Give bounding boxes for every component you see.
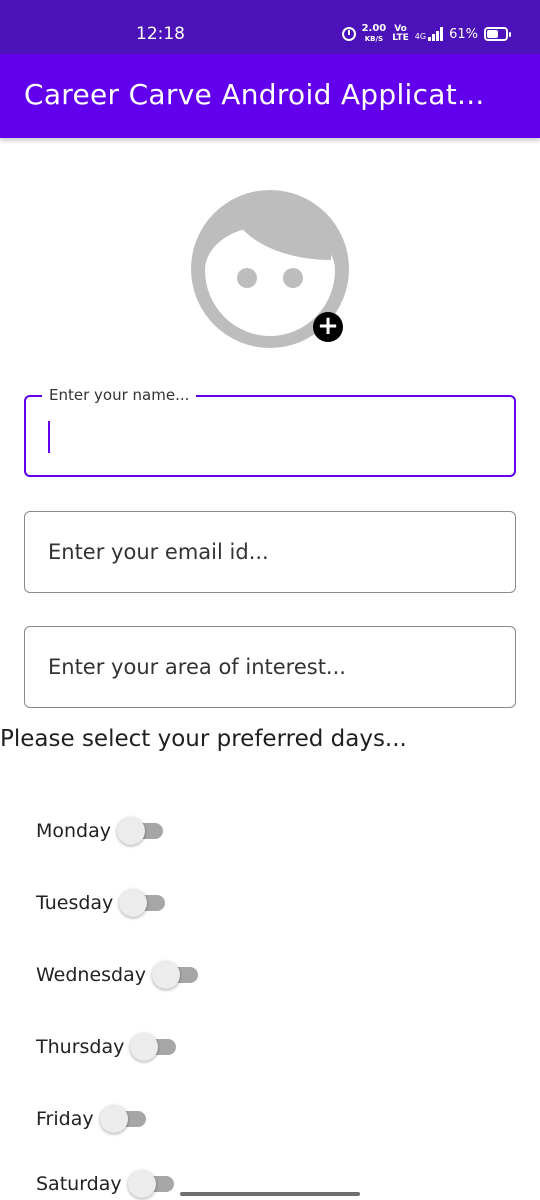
network-type: 4G <box>414 32 427 41</box>
day-label: Thursday <box>36 1036 125 1058</box>
text-cursor <box>48 421 50 453</box>
volte-bottom: LTE <box>392 33 409 43</box>
app-title: Career Carve Android Applicat... <box>24 78 485 111</box>
day-label: Monday <box>36 820 112 842</box>
name-field[interactable]: Enter your name... <box>24 384 516 477</box>
avatar-right-eye <box>283 268 303 288</box>
status-icons: 2.00 KB/S Vo LTE 4G 61% <box>341 22 511 46</box>
home-indicator[interactable] <box>180 1192 360 1196</box>
email-input[interactable] <box>25 512 515 592</box>
alarm-icon <box>341 27 356 41</box>
saturday-switch[interactable] <box>127 1168 176 1200</box>
email-field[interactable] <box>24 511 516 593</box>
day-row-friday[interactable]: Friday <box>36 1103 148 1135</box>
thursday-switch[interactable] <box>130 1031 178 1063</box>
net-speed-value: 2.00 <box>361 23 387 34</box>
name-field-label: Enter your name... <box>42 384 197 406</box>
day-row-saturday[interactable]: Saturday <box>36 1168 176 1200</box>
plus-circle-icon[interactable]: + <box>313 312 343 342</box>
tuesday-switch[interactable] <box>119 887 167 919</box>
net-speed-unit: KB/S <box>364 35 384 43</box>
avatar-left-eye <box>237 268 257 288</box>
day-row-wednesday[interactable]: Wednesday <box>36 959 200 991</box>
day-label: Tuesday <box>36 892 114 914</box>
days-heading: Please select your preferred days... <box>0 726 407 752</box>
day-row-tuesday[interactable]: Tuesday <box>36 887 167 919</box>
status-bar: 12:18 2.00 KB/S Vo LTE 4G 61% <box>0 0 540 54</box>
day-row-monday[interactable]: Monday <box>36 815 165 847</box>
day-label: Friday <box>36 1108 94 1130</box>
network-indicator: 4G <box>414 27 444 41</box>
signal-icon <box>428 27 444 41</box>
wednesday-switch[interactable] <box>152 959 200 991</box>
interest-field[interactable] <box>24 626 516 708</box>
battery-icon <box>484 27 511 41</box>
status-time: 12:18 <box>136 24 185 44</box>
app-bar: Career Carve Android Applicat... <box>0 54 540 138</box>
day-label: Wednesday <box>36 964 147 986</box>
friday-switch[interactable] <box>99 1103 148 1135</box>
battery-percent: 61% <box>449 26 478 42</box>
monday-switch[interactable] <box>117 815 165 847</box>
interest-input[interactable] <box>25 627 515 707</box>
day-label: Saturday <box>36 1173 122 1195</box>
volte-icon: Vo LTE <box>392 25 409 43</box>
name-input[interactable] <box>26 397 514 475</box>
day-row-thursday[interactable]: Thursday <box>36 1031 178 1063</box>
net-speed: 2.00 KB/S <box>362 24 387 44</box>
